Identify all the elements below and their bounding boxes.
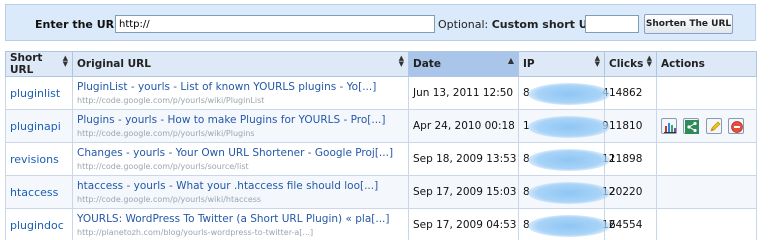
original-url-title-link[interactable]: Plugins - yourls - How to make Plugins f… xyxy=(77,114,404,126)
optional-prefix: Optional: xyxy=(438,18,492,31)
ip-redaction-blur xyxy=(528,182,610,204)
add-url-form: Enter the URL: Optional: Custom short UR… xyxy=(5,4,756,41)
short-url-link[interactable]: revisions xyxy=(10,153,59,166)
header-clicks[interactable]: Clicks ▲ ▼ xyxy=(604,51,657,77)
clicks-cell: 11810 xyxy=(604,109,657,143)
ip-redaction-blur xyxy=(528,83,610,105)
delete-icon[interactable] xyxy=(728,118,745,134)
sort-arrows-icon: ▲ ▼ xyxy=(646,54,652,68)
ip-cell: 8 12 xyxy=(518,208,615,240)
short-url-link[interactable]: pluginapi xyxy=(10,120,61,133)
stats-icon[interactable] xyxy=(661,118,677,134)
url-input[interactable] xyxy=(115,15,435,33)
ip-cell: 8 12 xyxy=(518,142,615,176)
original-url-text: http://code.google.com/p/yourls/source/l… xyxy=(77,162,249,171)
actions-cell xyxy=(656,109,757,143)
sort-ascending-icon: ▲ xyxy=(507,56,514,65)
header-ip[interactable]: IP ▲ ▼ xyxy=(518,51,605,77)
original-url-title-link[interactable]: PluginList - yourls - List of known YOUR… xyxy=(77,81,404,93)
date-cell: Apr 24, 2010 00:18 xyxy=(408,109,519,143)
actions-cell xyxy=(656,76,757,110)
original-url-text: http://code.google.com/p/yourls/wiki/Plu… xyxy=(77,96,265,105)
ip-redaction-blur xyxy=(528,149,610,171)
custom-keyword-input[interactable] xyxy=(585,15,639,33)
clicks-cell: 14862 xyxy=(604,76,657,110)
date-cell: Jun 13, 2011 12:50 xyxy=(408,76,519,110)
header-actions: Actions xyxy=(656,51,757,77)
original-url-title-link[interactable]: htaccess - yourls - What your .htaccess … xyxy=(77,180,404,192)
ip-redaction-blur xyxy=(528,215,610,237)
table-row: pluginapi Plugins - yourls - How to make… xyxy=(5,109,757,143)
optional-label: Optional: Custom short URL: xyxy=(438,18,608,31)
actions-cell xyxy=(656,208,757,240)
sort-arrows-icon: ▲ ▼ xyxy=(594,54,600,68)
edit-icon[interactable] xyxy=(705,118,722,134)
url-label: Enter the URL: xyxy=(35,18,126,31)
original-url-text: http://code.google.com/p/yourls/wiki/hta… xyxy=(77,195,262,204)
date-cell: Sep 17, 2009 15:03 xyxy=(408,175,519,209)
actions-cell xyxy=(656,142,757,176)
original-url-text: http://code.google.com/p/yourls/wiki/Plu… xyxy=(77,129,255,138)
header-date[interactable]: Date ▲ xyxy=(408,51,519,77)
header-original-url[interactable]: Original URL ▲ ▼ xyxy=(72,51,409,77)
share-icon[interactable] xyxy=(683,118,700,134)
table-row: htaccess htaccess - yourls - What your .… xyxy=(5,175,757,209)
short-url-link[interactable]: htaccess xyxy=(10,186,58,199)
url-table: Short URL ▲ ▼ Original URL ▲ ▼ Date ▲ IP ▲… xyxy=(5,51,757,240)
original-url-title-link[interactable]: Changes - yourls - Your Own URL Shortene… xyxy=(77,147,404,159)
table-header-row: Short URL ▲ ▼ Original URL ▲ ▼ Date ▲ IP ▲… xyxy=(5,51,757,77)
short-url-link[interactable]: pluginlist xyxy=(10,87,60,100)
date-cell: Sep 17, 2009 04:53 xyxy=(408,208,519,240)
header-short-url[interactable]: Short URL ▲ ▼ xyxy=(5,51,73,77)
table-row: pluginlist PluginList - yourls - List of… xyxy=(5,76,757,110)
actions-cell xyxy=(656,175,757,209)
ip-cell: 1 9 xyxy=(518,109,610,143)
short-url-link[interactable]: plugindoc xyxy=(10,219,64,232)
date-cell: Sep 18, 2009 13:53 xyxy=(408,142,519,176)
table-row: revisions Changes - yourls - Your Own UR… xyxy=(5,142,757,176)
shorten-url-button[interactable]: Shorten The URL xyxy=(644,14,733,34)
table-row: plugindoc YOURLS: WordPress To Twitter (… xyxy=(5,208,757,240)
sort-arrows-icon: ▲ ▼ xyxy=(62,54,68,68)
ip-redaction-blur xyxy=(528,116,610,138)
sort-arrows-icon: ▲ ▼ xyxy=(398,54,404,68)
original-url-title-link[interactable]: YOURLS: WordPress To Twitter (a Short UR… xyxy=(77,213,404,225)
ip-cell: 8 4 xyxy=(518,76,610,110)
original-url-text: http://planetozh.com/blog/yourls-wordpre… xyxy=(77,228,314,237)
ip-cell: 8 12 xyxy=(518,175,615,209)
